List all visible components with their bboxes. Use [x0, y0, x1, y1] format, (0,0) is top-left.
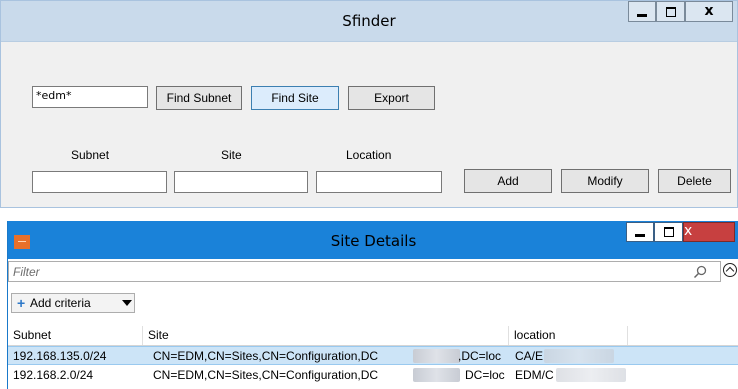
site-label: Site [221, 148, 242, 162]
sfinder-title: Sfinder [342, 12, 396, 30]
find-subnet-button[interactable]: Find Subnet [156, 86, 242, 110]
minimize-button[interactable] [628, 1, 656, 22]
maximize-icon [663, 227, 674, 237]
add-criteria-label: Add criteria [30, 296, 91, 310]
site-details-titlebar[interactable]: Site Details x [8, 221, 738, 259]
site-field[interactable] [174, 171, 308, 193]
find-site-button[interactable]: Find Site [251, 86, 339, 110]
sfinder-titlebar[interactable]: Sfinder x [1, 1, 737, 42]
delete-button[interactable]: Delete [658, 169, 731, 193]
add-criteria-button[interactable]: + Add criteria [11, 293, 135, 313]
modify-button[interactable]: Modify [561, 169, 649, 193]
subnet-label: Subnet [71, 148, 110, 162]
subnet-field[interactable] [32, 171, 167, 193]
subnet-cell: 192.168.135.0/24 [13, 349, 107, 363]
dropdown-caret-icon [122, 300, 132, 306]
site-cell-suffix: ,DC=loc [458, 349, 502, 363]
location-cell: EDM/C [515, 368, 554, 382]
minimize-icon [635, 234, 645, 237]
subnet-cell: 192.168.2.0/24 [13, 368, 94, 382]
redacted-block [544, 349, 614, 363]
minimize-button[interactable] [626, 222, 654, 242]
export-button[interactable]: Export [348, 86, 435, 110]
minimize-icon [637, 14, 647, 17]
site-cell: CN=EDM,CN=Sites,CN=Configuration,DC [153, 368, 379, 382]
search-icon[interactable] [693, 265, 707, 279]
maximize-icon [665, 7, 676, 17]
redacted-block [413, 368, 460, 382]
close-icon: x [684, 223, 693, 239]
redacted-block [556, 368, 626, 382]
collapse-up-icon[interactable] [723, 263, 737, 277]
plus-icon: + [17, 295, 26, 311]
close-button[interactable]: x [685, 1, 733, 22]
add-button[interactable]: Add [464, 169, 552, 193]
maximize-button[interactable] [654, 222, 683, 242]
site-details-window: Site Details x Filter + Add criteria Sub… [7, 221, 738, 389]
table-row[interactable]: 192.168.2.0/24 CN=EDM,CN=Sites,CN=Config… [8, 366, 738, 385]
column-header-subnet[interactable]: Subnet [8, 326, 143, 345]
search-input[interactable]: *edm* [32, 86, 148, 108]
column-header-site[interactable]: Site [143, 326, 509, 345]
filter-input[interactable]: Filter [8, 261, 721, 282]
site-cell-suffix: DC=loc [465, 368, 505, 382]
maximize-button[interactable] [656, 1, 685, 22]
table-row[interactable]: 192.168.135.0/24 CN=EDM,CN=Sites,CN=Conf… [8, 346, 738, 365]
close-icon: x [704, 3, 714, 19]
site-cell: CN=EDM,CN=Sites,CN=Configuration,DC [153, 349, 379, 363]
filter-placeholder: Filter [13, 265, 40, 279]
column-header-location[interactable]: location [509, 326, 628, 345]
grid-header: Subnet Site location [8, 326, 738, 346]
location-field[interactable] [316, 171, 442, 193]
close-button[interactable]: x [683, 222, 735, 242]
redacted-block [413, 349, 460, 363]
location-label: Location [346, 148, 392, 162]
sfinder-window: Sfinder x *edm* Find Subnet Find Site Ex… [0, 0, 738, 208]
